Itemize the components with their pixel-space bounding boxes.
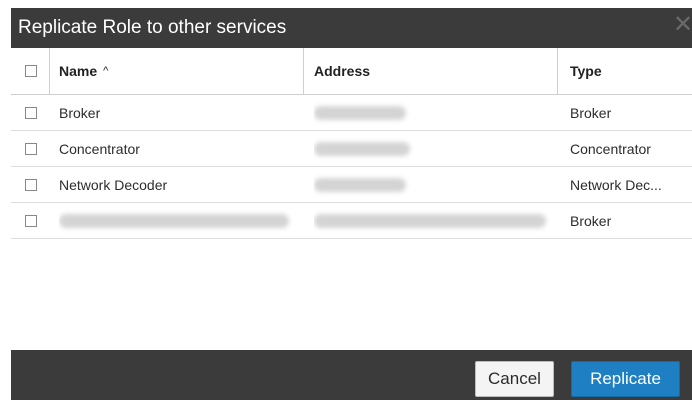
row-type: Broker [570,212,612,229]
table-row[interactable]: Network Decoder Network Dec... [11,167,692,203]
row-type: Broker [570,104,612,121]
row-checkbox[interactable] [25,142,37,155]
redacted-address [314,213,546,228]
sort-ascending-icon: ^ [103,65,109,77]
row-type: Network Dec... [570,176,662,193]
table-row[interactable]: Broker [11,203,692,239]
row-address [314,95,554,130]
row-name: Concentrator [59,140,140,157]
select-all-checkbox[interactable] [25,65,37,77]
row-type: Concentrator [570,140,651,157]
row-name: Network Decoder [59,176,168,193]
column-header-type[interactable]: Type [570,48,690,94]
row-select-cell [11,203,49,238]
column-divider [557,48,558,94]
row-address [314,203,554,238]
redacted-address [314,141,410,156]
row-checkbox[interactable] [25,214,37,227]
column-divider [303,48,304,94]
select-all-cell [11,48,49,94]
column-header-name-label: Name [59,63,98,79]
services-table: Name ^ Address Type Broker Broker Concen… [11,48,692,350]
row-checkbox[interactable] [25,178,37,191]
row-name: Broker [59,104,101,121]
redacted-address [314,177,406,192]
table-row[interactable]: Broker Broker [11,95,692,131]
row-checkbox[interactable] [25,106,37,119]
table-row[interactable]: Concentrator Concentrator [11,131,692,167]
column-header-address[interactable]: Address [314,48,554,94]
redacted-address [314,105,406,120]
row-select-cell [11,167,49,202]
row-address [314,167,554,202]
table-header: Name ^ Address Type [11,48,692,95]
row-select-cell [11,131,49,166]
close-icon[interactable]: ✕ [672,13,692,39]
row-address [314,131,554,166]
column-divider [49,48,50,94]
row-select-cell [11,95,49,130]
row-name [59,203,299,238]
replicate-button[interactable]: Replicate [571,361,680,397]
dialog-titlebar: Replicate Role to other services ✕ [11,8,692,48]
column-header-name[interactable]: Name ^ [59,48,299,94]
replicate-role-dialog: Replicate Role to other services ✕ Name … [11,8,692,400]
cancel-button[interactable]: Cancel [475,361,554,397]
dialog-title: Replicate Role to other services [18,17,287,38]
dialog-footer: Cancel Replicate [11,350,692,400]
redacted-name [59,213,289,228]
